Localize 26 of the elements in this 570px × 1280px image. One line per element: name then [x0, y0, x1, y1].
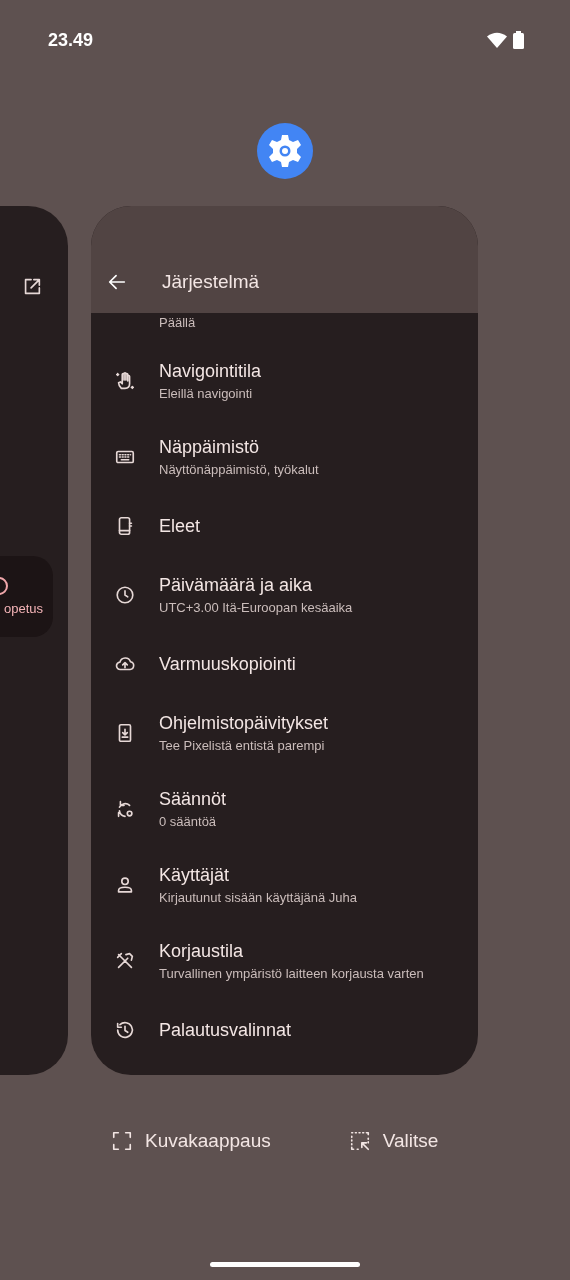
app-card[interactable]: opetus — [0, 206, 68, 1075]
settings-item[interactable]: Navigointitila Eleillä navigointi — [91, 343, 478, 419]
settings-item[interactable]: Näppäimistö Näyttönäppäimistö, työkalut — [91, 419, 478, 495]
settings-item[interactable]: Säännöt 0 sääntöä — [91, 771, 478, 847]
history-icon — [114, 1019, 136, 1041]
screen-title: Järjestelmä — [162, 271, 260, 293]
action-button[interactable]: Valitse — [348, 1130, 439, 1152]
settings-item[interactable]: Ohjelmistopäivitykset Tee Pixelistä entistä parempi — [91, 695, 478, 771]
settings-item[interactable]: Käyttäjät Kirjautunut sisään käyttäjänä Juha — [91, 847, 478, 923]
dotted-select-icon — [348, 1130, 371, 1152]
item-subtitle: Päällä — [159, 315, 196, 330]
app-card[interactable] — [91, 206, 478, 1075]
settings-app-icon[interactable] — [257, 123, 313, 179]
status-time: 23.49 — [48, 29, 94, 51]
settings-item[interactable]: Korjaustila Turvallinen ympäristö laitteen korjausta varten — [91, 923, 478, 999]
settings-item[interactable]: Palautusvalinnat — [91, 999, 478, 1061]
clock-icon — [114, 584, 136, 606]
settings-item[interactable]: Päivämäärä ja aika UTC+3.00 Itä-Euroopan kesäaika — [91, 557, 478, 633]
settings-item[interactable]: Varmuuskopiointi — [91, 633, 478, 695]
screenshot-frame-icon — [111, 1130, 133, 1152]
battery-icon — [513, 31, 524, 49]
settings-item[interactable]: Eleet — [91, 495, 478, 557]
chip-button[interactable]: opetus — [0, 556, 53, 637]
action-button[interactable]: Kuvakaappaus — [111, 1130, 271, 1152]
hand-sparkle-icon — [114, 370, 136, 392]
wifi-icon — [487, 32, 507, 48]
